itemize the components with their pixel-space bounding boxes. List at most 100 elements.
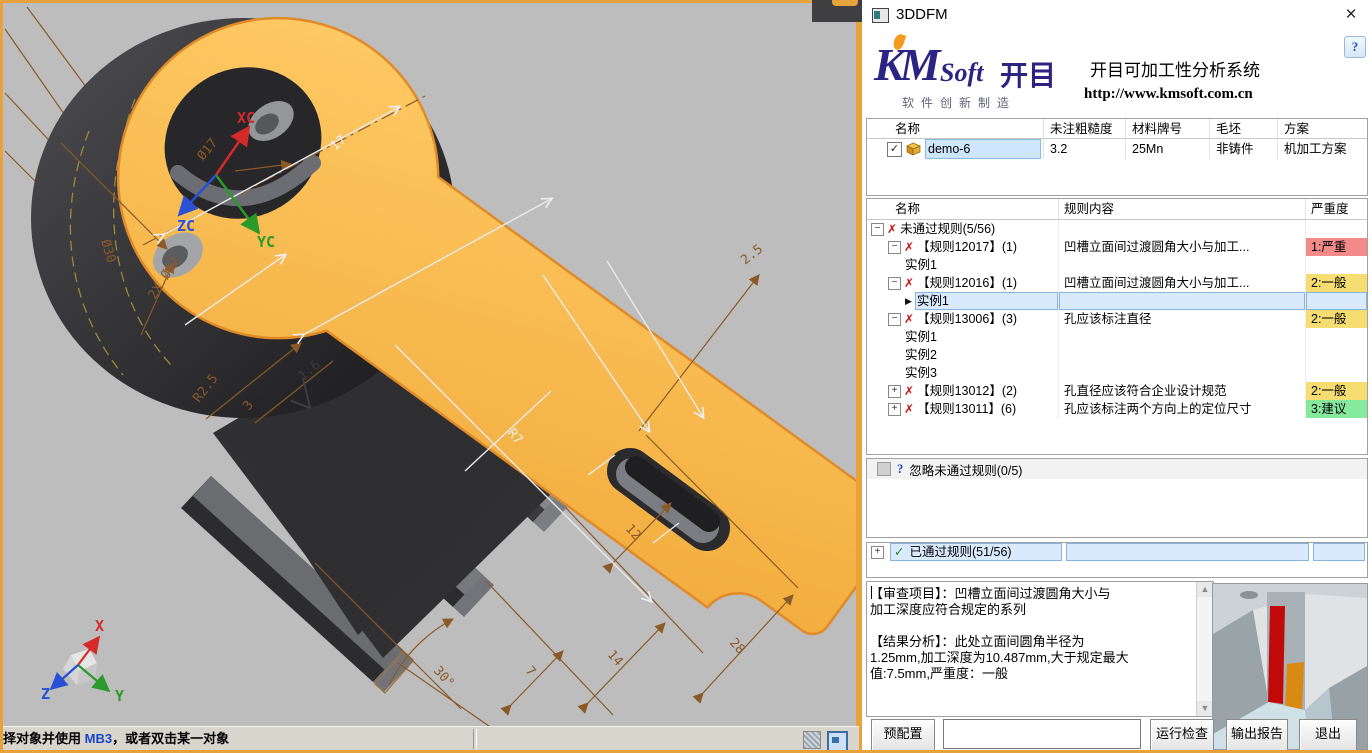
col-rule-name[interactable]: 名称: [867, 199, 1058, 219]
status-key: MB3: [85, 731, 112, 746]
rule-name-cell: −✗【规则12017】(1): [867, 238, 1058, 256]
rule-row[interactable]: −✗未通过规则(5/56): [867, 220, 1367, 238]
axis-label: XC: [237, 109, 255, 127]
col-severity[interactable]: 严重度: [1305, 199, 1367, 219]
rule-row[interactable]: +✗【规则13011】(6)孔应该标注两个方向上的定位尺寸3:建议: [867, 400, 1367, 418]
rule-content: 凹槽立面间过渡圆角大小与加工...: [1058, 238, 1305, 256]
texture-icon[interactable]: [803, 731, 821, 749]
detail-scrollbar[interactable]: ▲ ▼: [1196, 582, 1213, 716]
passed-rules-row[interactable]: + ✓ 已通过规则(51/56): [867, 543, 1367, 561]
check-icon: ✓: [894, 543, 904, 561]
window-icon[interactable]: [827, 731, 848, 752]
rules-table-header: 名称 规则内容 严重度: [867, 199, 1367, 220]
rule-name[interactable]: 实例1: [915, 292, 1058, 310]
part-name[interactable]: demo-6: [925, 139, 1041, 159]
rule-content: 孔应该标注直径: [1058, 310, 1305, 328]
dialog-title: 3DDFM: [896, 6, 948, 23]
rule-name-cell: ▶实例1: [867, 292, 1058, 310]
ignored-checkbox[interactable]: [877, 462, 891, 476]
col-blank[interactable]: 毛坯: [1209, 119, 1277, 139]
part-row[interactable]: ✓ demo-6 3.2 25Mn 非铸件 机加工方案: [867, 139, 1367, 159]
rule-instance-row[interactable]: 实例2: [867, 346, 1367, 364]
rule-content: 凹槽立面间过渡圆角大小与加工...: [1058, 274, 1305, 292]
col-name[interactable]: 名称: [867, 119, 1043, 139]
selected-pointer-icon: ▶: [905, 292, 912, 310]
axis-label: X: [95, 617, 104, 635]
rule-content: [1058, 328, 1305, 346]
logo-kaimu: 开目: [1000, 54, 1056, 94]
severity-badge: 2:一般: [1305, 274, 1367, 292]
status-bar: 择对象并使用 MB3，或者双击某一对象: [3, 726, 859, 751]
rule-name-cell: −✗【规则12016】(1): [867, 274, 1058, 292]
logo-km: KM: [874, 38, 936, 91]
command-input[interactable]: [943, 719, 1141, 749]
passed-rules-section: + ✓ 已通过规则(51/56): [866, 542, 1368, 578]
close-icon[interactable]: ×: [1338, 2, 1364, 28]
rule-name-cell: −✗未通过规则(5/56): [867, 220, 1058, 238]
rule-name[interactable]: 【规则13012】(2): [917, 382, 1017, 400]
rule-instance-row[interactable]: 实例1: [867, 328, 1367, 346]
part-blank: 非铸件: [1209, 139, 1277, 159]
part-cube-icon: [906, 142, 921, 156]
col-plan[interactable]: 方案: [1277, 119, 1367, 139]
preconfig-button[interactable]: 预配置: [871, 719, 935, 751]
run-check-button[interactable]: 运行检查: [1150, 719, 1214, 751]
part-checkbox[interactable]: ✓: [887, 142, 902, 157]
rule-name[interactable]: 实例2: [905, 346, 937, 364]
expand-icon[interactable]: +: [888, 385, 901, 398]
collapse-icon[interactable]: −: [888, 277, 901, 290]
rule-instance-row[interactable]: ▶实例1: [867, 292, 1367, 310]
rule-instance-row[interactable]: 实例1: [867, 256, 1367, 274]
collapse-icon[interactable]: −: [888, 241, 901, 254]
collapse-icon[interactable]: −: [888, 313, 901, 326]
rule-name[interactable]: 实例1: [905, 328, 937, 346]
rule-name[interactable]: 【规则12016】(1): [917, 274, 1017, 292]
status-text: 择对象并使用: [3, 731, 85, 746]
cad-canvas[interactable]: 2.517Ø17Ø302X Ø12R2.531.6R7121472830°XCY…: [3, 3, 856, 726]
expand-icon[interactable]: +: [871, 546, 884, 559]
rule-name[interactable]: 【规则12017】(1): [917, 238, 1017, 256]
rule-row[interactable]: −✗【规则12016】(1)凹槽立面间过渡圆角大小与加工...2:一般: [867, 274, 1367, 292]
rule-name[interactable]: 未通过规则(5/56): [900, 220, 995, 238]
app-title: 开目可加工性分析系统: [1090, 56, 1260, 81]
fail-x-icon: ✗: [904, 400, 914, 418]
detail-line: 值:7.5mm,严重度：一般: [870, 666, 1192, 682]
fail-x-icon: ✗: [887, 220, 897, 238]
rule-name[interactable]: 实例1: [905, 256, 937, 274]
fail-x-icon: ✗: [904, 274, 914, 292]
col-rule-content[interactable]: 规则内容: [1058, 199, 1305, 219]
rule-name[interactable]: 【规则13011】(6): [917, 400, 1016, 418]
fail-x-icon: ✗: [904, 310, 914, 328]
rule-content: 孔直径应该符合企业设计规范: [1058, 382, 1305, 400]
col-material[interactable]: 材料牌号: [1125, 119, 1209, 139]
rule-row[interactable]: +✗【规则13012】(2)孔直径应该符合企业设计规范2:一般: [867, 382, 1367, 400]
rule-content: 孔应该标注两个方向上的定位尺寸: [1058, 400, 1305, 418]
detail-line: [870, 618, 1192, 634]
scroll-up-icon[interactable]: ▲: [1197, 582, 1213, 597]
part-plan: 机加工方案: [1277, 139, 1367, 159]
part-roughness: 3.2: [1043, 139, 1125, 159]
rule-name-cell: +✗【规则13012】(2): [867, 382, 1058, 400]
col-roughness[interactable]: 未注粗糙度: [1043, 119, 1125, 139]
scroll-down-icon[interactable]: ▼: [1197, 701, 1213, 716]
question-icon: ?: [897, 462, 903, 477]
detail-text[interactable]: 【审查项目】：凹槽立面间过渡圆角大小与加工深度应符合规定的系列 【结果分析】：此…: [870, 586, 1192, 682]
dialog-titlebar[interactable]: 3DDFM ×: [862, 0, 1372, 30]
rule-instance-row[interactable]: 实例3: [867, 364, 1367, 382]
passed-content-cell: [1066, 543, 1309, 561]
app-url[interactable]: http://www.kmsoft.com.cn: [1084, 86, 1253, 103]
output-report-button[interactable]: 输出报告: [1226, 719, 1288, 751]
rule-name[interactable]: 实例3: [905, 364, 937, 382]
expand-icon[interactable]: +: [888, 403, 901, 416]
exit-button[interactable]: 退出: [1299, 719, 1357, 751]
axis-label: ZC: [177, 217, 195, 235]
rule-name-cell: 实例1: [867, 328, 1058, 346]
rule-row[interactable]: −✗【规则12017】(1)凹槽立面间过渡圆角大小与加工...1:严重: [867, 238, 1367, 256]
ignored-rules-section: ? 忽略未通过规则(0/5): [866, 458, 1368, 538]
ignored-rules-row[interactable]: ? 忽略未通过规则(0/5): [867, 459, 1367, 479]
collapse-icon[interactable]: −: [871, 223, 884, 236]
rule-name[interactable]: 【规则13006】(3): [917, 310, 1017, 328]
rule-row[interactable]: −✗【规则13006】(3)孔应该标注直径2:一般: [867, 310, 1367, 328]
logo-slogan: 软件创新制造: [902, 94, 1016, 111]
screen: 2.517Ø17Ø302X Ø12R2.531.6R7121472830°XCY…: [0, 0, 1372, 753]
